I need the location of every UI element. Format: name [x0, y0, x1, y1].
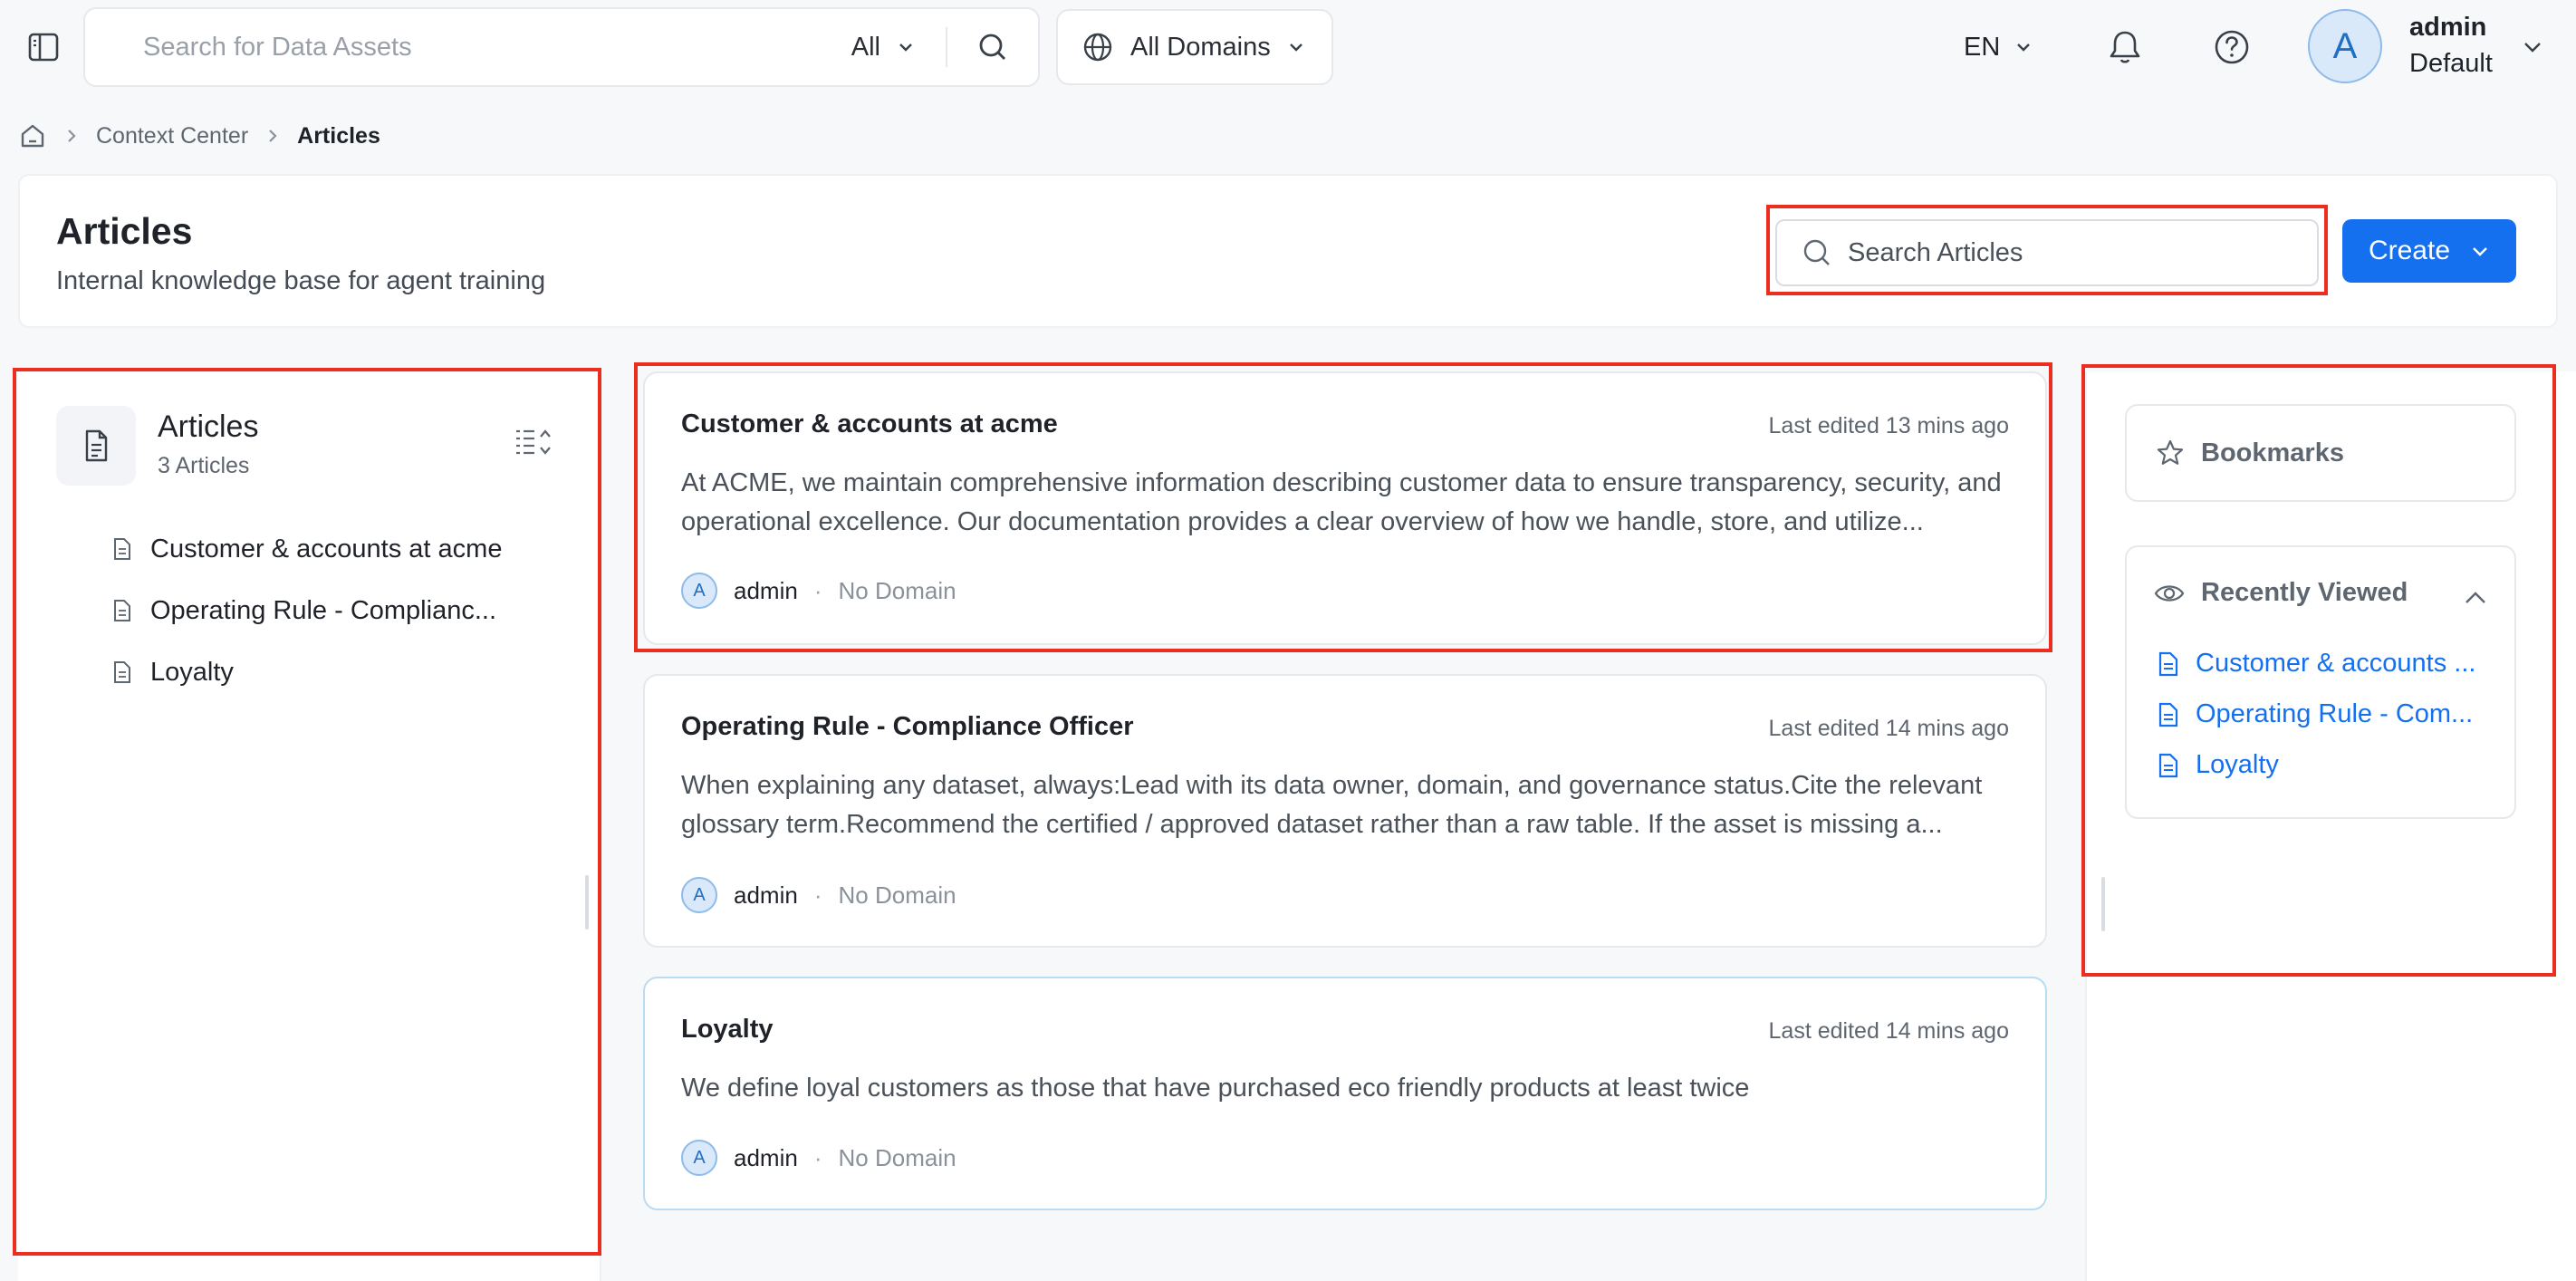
chevron-up-icon[interactable]: [2464, 589, 2487, 607]
recently-viewed-label: Recently Viewed: [2201, 578, 2408, 607]
domains-dropdown[interactable]: All Domains: [1056, 9, 1333, 85]
chevron-down-icon: [1287, 38, 1305, 56]
article-description: At ACME, we maintain comprehensive infor…: [681, 468, 2002, 536]
document-icon: [2158, 702, 2179, 727]
tree-item[interactable]: Customer & accounts at acme: [112, 531, 502, 567]
tree-item[interactable]: Loyalty: [112, 654, 234, 690]
article-last-edited: Last edited 13 mins ago: [1768, 413, 2009, 438]
article-card[interactable]: Operating Rule - Compliance Officer Last…: [643, 674, 2047, 948]
recently-viewed-header[interactable]: Recently Viewed: [2154, 578, 2408, 608]
sidebar-toggle-icon[interactable]: [27, 31, 63, 63]
article-title[interactable]: Loyalty: [681, 1015, 774, 1045]
article-description: When explaining any dataset, always:Lead…: [681, 771, 1983, 839]
articles-search-input[interactable]: Search Articles: [1775, 219, 2319, 286]
breadcrumb-current: Articles: [297, 122, 380, 149]
meta-separator: ·: [813, 1143, 822, 1171]
articles-tree-panel: [18, 371, 601, 1281]
star-icon: [2156, 438, 2185, 467]
page-title: Articles: [56, 210, 193, 252]
sort-toggle-icon[interactable]: [514, 426, 554, 458]
document-icon: [112, 537, 132, 561]
recent-item[interactable]: Operating Rule - Com...: [2158, 699, 2502, 729]
tree-item-label: Loyalty: [150, 657, 234, 687]
author-avatar: A: [681, 1140, 717, 1176]
article-card[interactable]: Customer & accounts at acme Last edited …: [643, 371, 2047, 645]
article-meta: A admin · No Domain: [681, 573, 956, 609]
recent-item-label: Loyalty: [2196, 750, 2279, 779]
globe-icon: [1081, 31, 1114, 63]
user-domain[interactable]: Default: [2409, 49, 2493, 79]
create-button[interactable]: Create: [2342, 219, 2516, 283]
global-search-box[interactable]: Search for Data Assets All: [83, 7, 1040, 87]
tree-item[interactable]: Operating Rule - Complianc...: [112, 592, 496, 629]
create-label: Create: [2368, 236, 2451, 265]
language-dropdown[interactable]: EN: [1964, 27, 2033, 67]
right-panel-resize-handle[interactable]: [2101, 877, 2105, 931]
article-author: admin: [734, 576, 798, 604]
breadcrumb-context-center[interactable]: Context Center: [96, 123, 248, 149]
help-icon[interactable]: [2212, 27, 2252, 67]
document-icon: [2158, 651, 2179, 677]
search-icon: [1801, 236, 1833, 269]
article-last-edited: Last edited 14 mins ago: [1768, 716, 2009, 741]
search-scope-dropdown[interactable]: All: [851, 27, 947, 67]
meta-separator: ·: [813, 881, 822, 909]
user-name[interactable]: admin: [2409, 13, 2486, 43]
chevron-down-icon: [2470, 241, 2490, 261]
left-panel-resize-handle[interactable]: [585, 875, 589, 929]
document-icon: [112, 599, 132, 622]
recent-item-label: Operating Rule - Com...: [2196, 699, 2474, 728]
recently-viewed-section: Recently Viewed Customer & accounts ... …: [2125, 545, 2516, 819]
chevron-right-icon: [266, 127, 279, 145]
article-title[interactable]: Customer & accounts at acme: [681, 409, 1058, 439]
chevron-down-icon: [2014, 38, 2033, 56]
article-last-edited: Last edited 14 mins ago: [1768, 1018, 2009, 1044]
recent-item[interactable]: Customer & accounts ...: [2158, 649, 2502, 679]
tree-title: Articles: [158, 409, 259, 444]
global-search-input[interactable]: Search for Data Assets: [143, 33, 851, 63]
user-menu-chevron-icon[interactable]: [2522, 36, 2543, 58]
domains-label: All Domains: [1130, 32, 1271, 62]
eye-icon: [2154, 582, 2185, 605]
user-avatar[interactable]: A: [2308, 9, 2382, 83]
home-icon[interactable]: [18, 121, 47, 150]
article-description: We define loyal customers as those that …: [681, 1074, 1750, 1103]
tree-item-label: Operating Rule - Complianc...: [150, 595, 496, 625]
article-domain: No Domain: [838, 1143, 956, 1171]
bookmarks-label: Bookmarks: [2201, 438, 2344, 467]
articles-search-placeholder: Search Articles: [1848, 237, 2023, 267]
article-meta: A admin · No Domain: [681, 877, 956, 913]
search-icon[interactable]: [947, 9, 1038, 85]
article-domain: No Domain: [838, 881, 956, 909]
recent-item-label: Customer & accounts ...: [2196, 649, 2476, 678]
bookmarks-section[interactable]: Bookmarks: [2125, 404, 2516, 502]
author-avatar: A: [681, 877, 717, 913]
page-subtitle: Internal knowledge base for agent traini…: [56, 266, 546, 295]
right-side-panel: [2085, 371, 2576, 1281]
document-icon: [56, 406, 136, 486]
search-scope-label: All: [851, 32, 880, 62]
tree-count: 3 Articles: [158, 453, 250, 478]
article-card[interactable]: Loyalty Last edited 14 mins ago We defin…: [643, 977, 2047, 1210]
article-author: admin: [734, 881, 798, 909]
notification-bell-icon[interactable]: [2105, 27, 2145, 67]
chevron-down-icon: [897, 38, 915, 56]
chevron-right-icon: [65, 127, 78, 145]
author-avatar: A: [681, 573, 717, 609]
tree-item-label: Customer & accounts at acme: [150, 534, 503, 563]
meta-separator: ·: [813, 576, 822, 604]
language-label: EN: [1964, 32, 2001, 62]
recent-item[interactable]: Loyalty: [2158, 750, 2502, 780]
breadcrumb: Context Center Articles: [18, 120, 380, 152]
article-domain: No Domain: [838, 576, 956, 604]
document-icon: [2158, 753, 2179, 778]
document-icon: [112, 660, 132, 684]
article-title[interactable]: Operating Rule - Compliance Officer: [681, 712, 1134, 742]
article-author: admin: [734, 1143, 798, 1171]
article-meta: A admin · No Domain: [681, 1140, 956, 1176]
